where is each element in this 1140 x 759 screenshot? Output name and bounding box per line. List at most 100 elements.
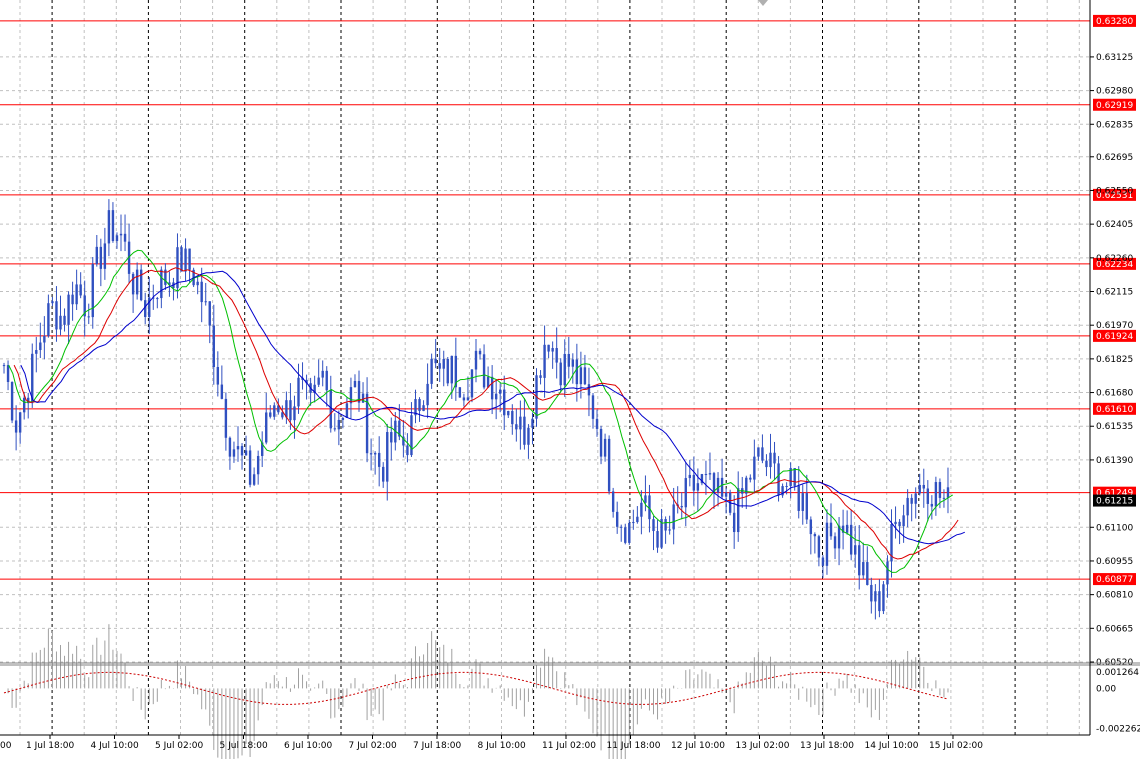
- candle-body: [551, 348, 554, 352]
- candle-body: [652, 519, 655, 532]
- chart-window[interactable]: 0.63280 0.62919 0.62531 0.62234 0.61924 0.616…: [0, 0, 1140, 759]
- candle-body: [946, 487, 950, 498]
- candle-body: [793, 468, 796, 486]
- time-tick-label: 11 Jul 02:00: [542, 741, 596, 751]
- candle-body: [902, 515, 905, 527]
- candle-body: [10, 381, 14, 421]
- candle-body: [111, 210, 115, 241]
- candle-body: [628, 522, 631, 543]
- candle-body: [79, 284, 82, 296]
- chart-shift-marker[interactable]: [758, 0, 768, 6]
- candle-body: [809, 519, 813, 535]
- candle-body: [494, 393, 498, 400]
- candle-body: [458, 387, 462, 398]
- price-tick-label: 0.62550: [1096, 186, 1133, 196]
- candle-body: [490, 376, 494, 400]
- candle-body: [894, 521, 897, 525]
- candle-body: [821, 557, 825, 566]
- candle-body: [386, 432, 389, 482]
- candle-body: [200, 281, 203, 303]
- candle-body: [212, 325, 215, 367]
- candle-body: [720, 477, 724, 497]
- time-tick-label: 15 Jul 02:00: [929, 741, 983, 751]
- candle-body: [22, 397, 26, 413]
- candle-body: [732, 512, 736, 533]
- candle-body: [382, 466, 385, 482]
- candle-body: [757, 447, 760, 457]
- price-tick-label: 0.61970: [1096, 321, 1133, 331]
- candle-body: [442, 358, 445, 369]
- candle-body: [466, 397, 470, 401]
- candle-body: [696, 483, 700, 491]
- candle-body: [377, 452, 381, 467]
- candle-body: [579, 367, 583, 385]
- candle-body: [474, 350, 478, 370]
- candle-body: [882, 584, 885, 612]
- candle-body: [753, 456, 756, 480]
- candle-body: [329, 390, 332, 429]
- candle-body: [866, 562, 869, 585]
- candle-body: [67, 294, 70, 325]
- candle-body: [236, 446, 240, 450]
- candle-body: [208, 301, 211, 326]
- candle-body: [761, 447, 764, 461]
- candle-body: [559, 362, 562, 386]
- candle-body: [547, 344, 550, 352]
- price-tick-label: 0.62115: [1096, 288, 1133, 298]
- candle-body: [692, 474, 696, 491]
- candle-body: [583, 367, 587, 385]
- candle-body: [317, 377, 320, 385]
- candle-body: [115, 235, 119, 241]
- level-label: 0.62919: [1096, 101, 1133, 111]
- candle-body: [216, 366, 220, 385]
- candle-body: [95, 246, 98, 265]
- candle-body: [854, 545, 857, 555]
- candle-body: [611, 491, 615, 512]
- candle-body: [765, 460, 768, 468]
- candle-body: [680, 506, 683, 508]
- candle-body: [188, 248, 191, 270]
- candle-body: [103, 243, 107, 269]
- candle-body: [684, 478, 687, 508]
- candle-body: [769, 452, 772, 468]
- price-tick-label: 0.62695: [1096, 153, 1133, 163]
- candle-body: [519, 416, 522, 430]
- time-tick-label: 5 Jul 18:00: [220, 741, 269, 751]
- candle-body: [482, 354, 486, 388]
- candle-body: [430, 358, 433, 384]
- time-tick-label: 13 Jul 18:00: [800, 741, 854, 751]
- candle-body: [51, 301, 54, 304]
- candle-body: [801, 493, 804, 511]
- candle-body: [926, 488, 930, 504]
- candle-body: [418, 399, 421, 412]
- candle-body: [906, 497, 909, 516]
- candle-body: [575, 359, 579, 385]
- candle-body: [91, 264, 94, 318]
- candle-body: [71, 294, 74, 305]
- candle-body: [934, 482, 938, 507]
- candle-body: [204, 301, 207, 303]
- candle-body: [825, 522, 829, 566]
- candle-body: [716, 477, 720, 493]
- candle-body: [240, 446, 244, 456]
- price-chart[interactable]: 0.632800.629190.625310.622340.619240.616…: [0, 0, 1140, 759]
- price-tick-label: 0.62835: [1096, 120, 1133, 130]
- candle-body: [180, 247, 183, 272]
- price-tick-label: 0.61535: [1096, 422, 1133, 432]
- candle-body: [511, 411, 514, 425]
- time-tick-label: 7 Jul 18:00: [413, 741, 462, 751]
- price-tick-label: 0.62980: [1096, 87, 1133, 97]
- candle-body: [2, 365, 6, 367]
- candle-body: [43, 335, 46, 343]
- candle-body: [14, 420, 18, 433]
- candle-body: [39, 342, 42, 351]
- candle-body: [269, 412, 272, 417]
- candle-body: [426, 383, 429, 406]
- candle-body: [737, 488, 740, 533]
- candle-body: [123, 233, 127, 242]
- candle-body: [256, 455, 260, 475]
- time-tick-label: 8 Jul 10:00: [478, 741, 527, 751]
- candle-body: [353, 380, 357, 388]
- time-tick-label: 6 Jul 10:00: [284, 741, 333, 751]
- candle-body: [918, 484, 921, 494]
